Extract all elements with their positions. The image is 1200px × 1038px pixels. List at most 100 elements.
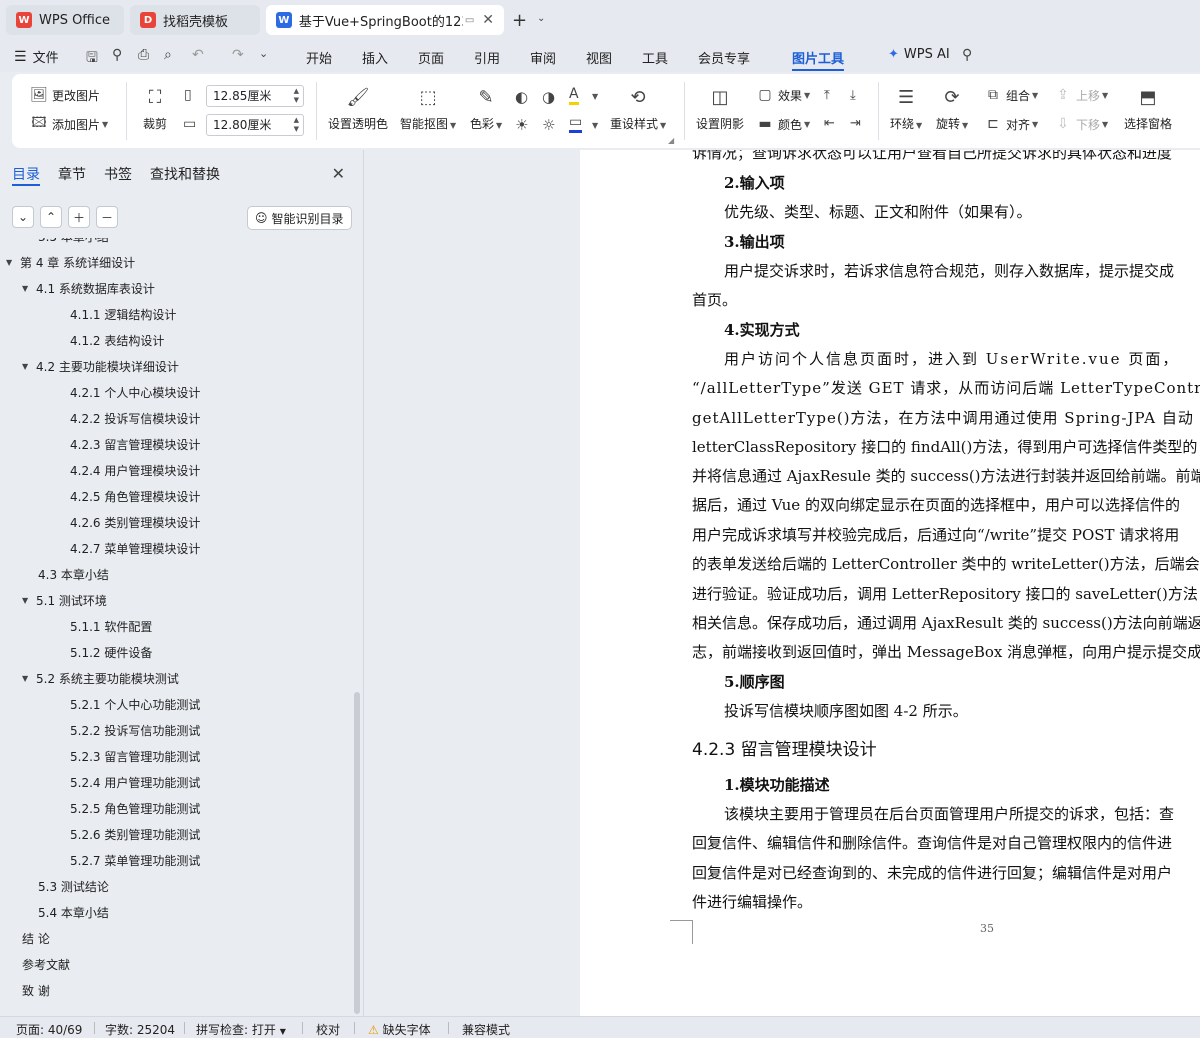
selection-pane-button[interactable]: ⬒ 选择窗格 <box>1124 84 1172 132</box>
spinner-arrows-icon[interactable]: ▲ ▼ <box>294 116 299 134</box>
spinner-arrows-icon[interactable]: ▲ ▼ <box>294 87 299 105</box>
move-up-button[interactable]: ⇪ 上移 ▼ <box>1054 86 1108 104</box>
toc-item[interactable]: ▼ 第 4 章 系统详细设计 <box>6 254 135 271</box>
tab-docer-templates[interactable]: D 找稻壳模板 <box>130 5 260 35</box>
shadow-up-icon[interactable]: ⤒ <box>824 88 830 103</box>
expand-dialog-icon[interactable]: ◢ <box>668 136 674 145</box>
collapse-triangle-icon[interactable]: ▼ <box>6 258 20 267</box>
tab-bookmarks[interactable]: 书签 <box>104 164 132 184</box>
shadow-down-icon[interactable]: ⤓ <box>850 88 856 103</box>
print-preview-icon[interactable]: ⌕ <box>164 47 172 63</box>
change-image-button[interactable]: 🖼 更改图片 <box>30 86 100 104</box>
color-button[interactable]: ✎ 色彩 ▼ <box>470 84 502 132</box>
line-color-icon[interactable]: ▭ <box>569 114 583 133</box>
toc-item[interactable]: 4.3 本章小结 <box>38 566 109 583</box>
toc-item[interactable]: 参考文献 <box>22 956 70 973</box>
toc-item[interactable]: 5.1.1 软件配置 <box>70 618 152 635</box>
toc-item[interactable]: 3.5 本章小结 <box>38 238 109 245</box>
contrast-down-icon[interactable]: ☼ <box>542 116 555 134</box>
toc-item[interactable]: 4.1.1 逻辑结构设计 <box>70 306 176 323</box>
chevron-down-icon[interactable]: ▼ <box>592 92 598 101</box>
add-image-button[interactable]: 🖾 添加图片 ▼ <box>30 115 108 133</box>
toc-item[interactable]: 5.2.7 菜单管理功能测试 <box>70 852 200 869</box>
toc-item[interactable]: 4.2.4 用户管理模块设计 <box>70 462 200 479</box>
menu-reference[interactable]: 引用 <box>474 48 500 67</box>
toc-item[interactable]: ▼ 5.2 系统主要功能模块测试 <box>22 670 179 687</box>
toc-item[interactable]: 结 论 <box>22 930 50 947</box>
toc-item[interactable]: 5.2.5 角色管理功能测试 <box>70 800 200 817</box>
wrap-button[interactable]: ☰ 环绕 ▼ <box>890 84 922 132</box>
menu-page[interactable]: 页面 <box>418 48 444 67</box>
collapse-triangle-icon[interactable]: ▼ <box>22 674 36 683</box>
undo-icon[interactable]: ↶ <box>192 47 204 63</box>
toc-item[interactable]: 5.1.2 硬件设备 <box>70 644 152 661</box>
toc-scrollbar-thumb[interactable] <box>354 692 360 1014</box>
shadow-right-icon[interactable]: ⇥ <box>850 116 861 131</box>
tab-find-replace[interactable]: 查找和替换 <box>150 164 220 184</box>
toc-item[interactable]: 致 谢 <box>22 982 50 999</box>
smart-toc-button[interactable]: ☺ 智能识别目录 <box>247 206 352 230</box>
wps-ai-button[interactable]: ✦ WPS AI <box>888 47 950 62</box>
fill-color-button[interactable]: ▬ 颜色 ▼ <box>756 115 810 133</box>
share-icon[interactable]: ⚲ <box>112 47 122 63</box>
proofread-button[interactable]: 校对 <box>316 1021 340 1038</box>
close-panel-icon[interactable]: ✕ <box>332 164 345 183</box>
height-input[interactable]: 12.80厘米 ▲ ▼ <box>206 114 304 136</box>
toc-item[interactable]: ▼ 4.2 主要功能模块详细设计 <box>22 358 179 375</box>
reset-style-button[interactable]: ⟲ 重设样式 ▼ <box>610 84 666 132</box>
collapse-up-button[interactable]: ⌃ <box>40 206 62 228</box>
toc-item[interactable]: 5.3 测试结论 <box>38 878 109 895</box>
toc-item[interactable]: 5.2.3 留言管理功能测试 <box>70 748 200 765</box>
window-icon[interactable]: ▭ <box>465 15 474 26</box>
chevron-down-icon[interactable]: ▼ <box>592 121 598 130</box>
smart-matting-button[interactable]: ⬚ 智能抠图 ▼ <box>400 84 456 132</box>
save-icon[interactable]: 🖫 <box>86 47 98 71</box>
brightness-up-icon[interactable]: ◐ <box>515 88 528 106</box>
menu-view[interactable]: 视图 <box>586 48 612 67</box>
toc-item[interactable]: 4.2.1 个人中心模块设计 <box>70 384 200 401</box>
toc-item[interactable]: 4.2.2 投诉写信模块设计 <box>70 410 200 427</box>
file-menu[interactable]: ☰ 文件 <box>14 47 59 67</box>
shadow-left-icon[interactable]: ⇤ <box>824 116 835 131</box>
collapse-triangle-icon[interactable]: ▼ <box>22 284 36 293</box>
collapse-triangle-icon[interactable]: ▼ <box>22 362 36 371</box>
group-button[interactable]: ⧉ 组合 ▼ <box>984 86 1038 104</box>
toc-item[interactable]: 4.2.5 角色管理模块设计 <box>70 488 200 505</box>
rotate-button[interactable]: ⟳ 旋转 ▼ <box>936 84 968 132</box>
more-icon[interactable]: ⌄ <box>259 47 268 60</box>
toc-item[interactable]: 5.4 本章小结 <box>38 904 109 921</box>
chevron-down-icon[interactable]: ⌄ <box>537 13 545 24</box>
toc-item[interactable]: 4.2.3 留言管理模块设计 <box>70 436 200 453</box>
align-button[interactable]: ⊏ 对齐 ▼ <box>984 115 1038 133</box>
remove-heading-button[interactable]: － <box>96 206 118 228</box>
toc-item[interactable]: 5.2.6 类别管理功能测试 <box>70 826 200 843</box>
width-input[interactable]: 12.85厘米 ▲ ▼ <box>206 85 304 107</box>
menu-review[interactable]: 审阅 <box>530 48 556 67</box>
tab-toc[interactable]: 目录 <box>12 164 40 184</box>
toc-item[interactable]: 4.1.2 表结构设计 <box>70 332 164 349</box>
menu-member[interactable]: 会员专享 <box>698 48 750 67</box>
effect-button[interactable]: ▢ 效果 ▼ <box>756 86 810 104</box>
menu-insert[interactable]: 插入 <box>362 48 388 67</box>
menu-picture-tools[interactable]: 图片工具 <box>792 48 844 67</box>
search-icon[interactable]: ⚲ <box>962 47 972 63</box>
spell-check[interactable]: 拼写检查: 打开 ▼ <box>196 1021 286 1038</box>
page-indicator[interactable]: 页面: 40/69 <box>16 1021 82 1038</box>
close-tab-icon[interactable]: ✕ <box>482 12 494 28</box>
toc-item[interactable]: 5.2.4 用户管理功能测试 <box>70 774 200 791</box>
add-heading-button[interactable]: ＋ <box>68 206 90 228</box>
contrast-up-icon[interactable]: ◑ <box>542 88 555 106</box>
tab-document[interactable]: W 基于Vue+SpringBoot的1234 ▭ ✕ <box>266 5 504 35</box>
redo-icon[interactable]: ↷ <box>232 47 244 63</box>
set-transparent-button[interactable]: 🖌 设置透明色 <box>328 84 388 132</box>
toc-item[interactable]: ▼ 4.1 系统数据库表设计 <box>22 280 155 297</box>
tab-wps-office[interactable]: W WPS Office <box>6 5 124 35</box>
collapse-triangle-icon[interactable]: ▼ <box>22 596 36 605</box>
move-down-button[interactable]: ⇩ 下移 ▼ <box>1054 115 1108 133</box>
toc-item[interactable]: 5.2.1 个人中心功能测试 <box>70 696 200 713</box>
highlight-color-icon[interactable]: A <box>569 86 579 105</box>
toc-item[interactable]: ▼ 5.1 测试环境 <box>22 592 107 609</box>
menu-start[interactable]: 开始 <box>306 48 332 67</box>
print-icon[interactable]: ⎙ <box>138 47 149 63</box>
new-tab-icon[interactable]: + <box>512 10 527 31</box>
